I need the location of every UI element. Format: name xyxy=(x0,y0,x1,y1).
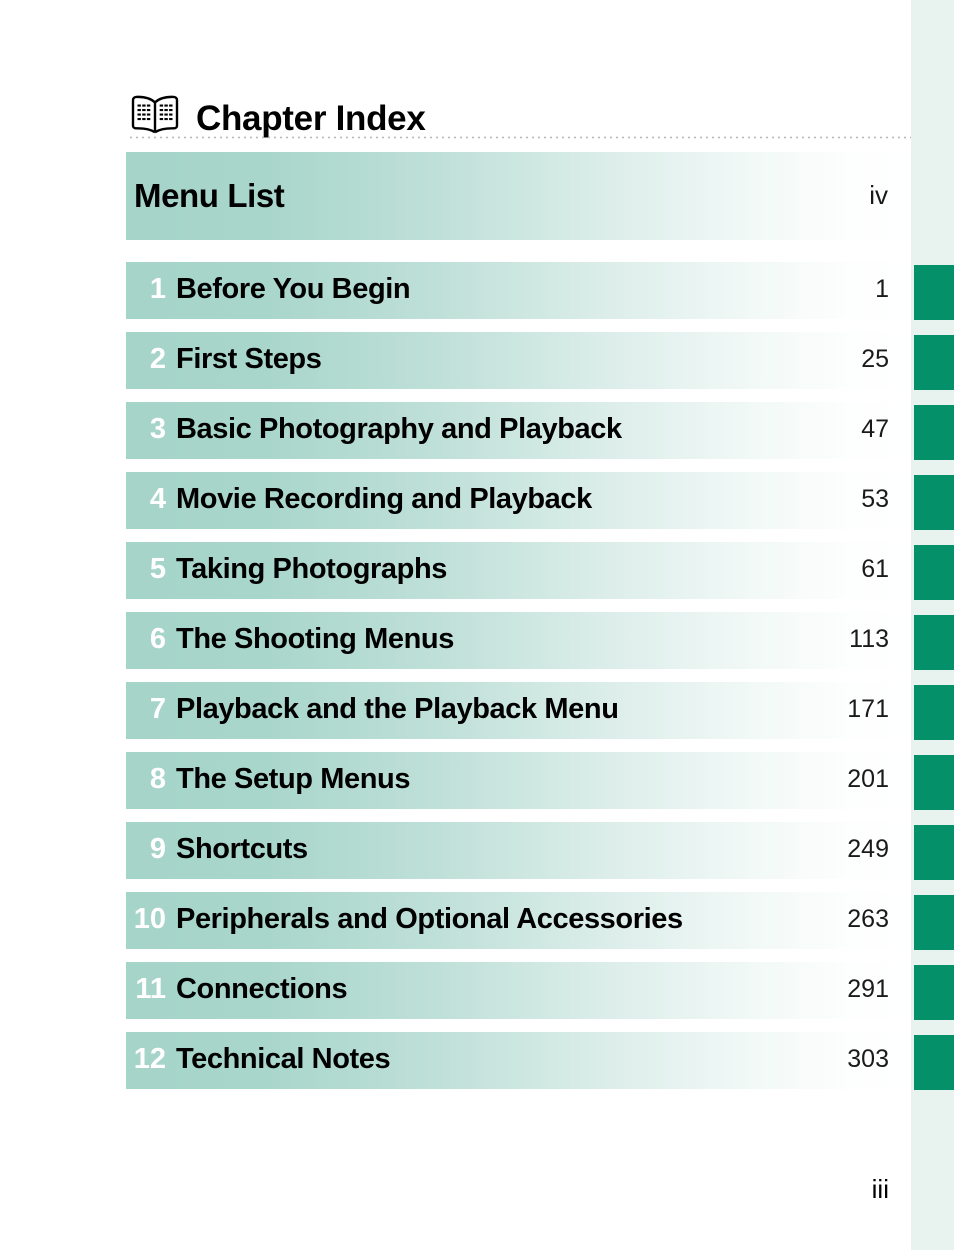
chapter-tab-1[interactable] xyxy=(914,265,954,320)
chapter-tab-5[interactable] xyxy=(914,545,954,600)
chapter-tab-4[interactable] xyxy=(914,475,954,530)
chapter-tab-3[interactable] xyxy=(914,405,954,460)
chapter-number: 9 xyxy=(149,832,166,865)
chapter-tab-6[interactable] xyxy=(914,615,954,670)
index-row-menu-list[interactable]: Menu List iv xyxy=(126,152,912,240)
page-number: 263 xyxy=(847,905,889,933)
chapter-number: 10 xyxy=(133,902,166,935)
index-row-chapter-12[interactable]: 12 Technical Notes 303 xyxy=(126,1032,912,1089)
chapter-tab-8[interactable] xyxy=(914,755,954,810)
index-row-chapter-6[interactable]: 6 The Shooting Menus 113 xyxy=(126,612,912,669)
page-number: 113 xyxy=(849,625,889,653)
chapter-tab-11[interactable] xyxy=(914,965,954,1020)
chapter-number: 3 xyxy=(149,412,166,445)
page-number: 249 xyxy=(847,835,889,863)
chapter-tab-9[interactable] xyxy=(914,825,954,880)
chapter-tab-2[interactable] xyxy=(914,335,954,390)
chapter-tab-12[interactable] xyxy=(914,1035,954,1090)
page-number: 61 xyxy=(861,555,889,583)
page-title: Chapter Index xyxy=(196,99,426,138)
chapter-title: Taking Photographs xyxy=(176,552,447,585)
chapter-tab-10[interactable] xyxy=(914,895,954,950)
chapter-title: Playback and the Playback Menu xyxy=(176,692,619,725)
index-row-chapter-8[interactable]: 8 The Setup Menus 201 xyxy=(126,752,912,809)
chapter-number: 6 xyxy=(149,622,166,655)
menu-list-label: Menu List xyxy=(134,176,285,214)
chapter-title: Technical Notes xyxy=(176,1042,391,1075)
page-number: 1 xyxy=(875,275,889,303)
chapter-number: 5 xyxy=(149,552,166,585)
chapter-number: 11 xyxy=(135,972,166,1005)
document-page: Chapter Index Menu List iv 1 Before You Beg… xyxy=(0,0,912,1250)
chapter-index-list: Menu List iv 1 Before You Begin 1 2 First Step… xyxy=(126,152,912,1089)
chapter-title: The Shooting Menus xyxy=(176,622,454,655)
chapter-title: Shortcuts xyxy=(176,832,308,865)
chapter-tab-strip xyxy=(911,0,954,1250)
chapter-number: 2 xyxy=(149,342,166,375)
page-number: 171 xyxy=(847,695,889,723)
page-folio: iii xyxy=(871,1174,889,1204)
index-row-chapter-1[interactable]: 1 Before You Begin 1 xyxy=(126,262,912,319)
index-row-chapter-3[interactable]: 3 Basic Photography and Playback 47 xyxy=(126,402,912,459)
index-row-chapter-11[interactable]: 11 Connections 291 xyxy=(126,962,912,1019)
chapter-title: Movie Recording and Playback xyxy=(176,482,592,515)
page-number: 291 xyxy=(847,975,889,1003)
page-number: iv xyxy=(869,180,888,210)
page-number: 47 xyxy=(861,415,889,443)
chapter-title: Basic Photography and Playback xyxy=(176,412,622,445)
chapter-tab-7[interactable] xyxy=(914,685,954,740)
page-number: 25 xyxy=(861,345,889,373)
open-book-icon xyxy=(128,94,182,134)
chapter-number: 4 xyxy=(149,482,166,515)
page-number: 303 xyxy=(847,1045,889,1073)
chapter-number: 8 xyxy=(149,762,166,795)
page-header: Chapter Index xyxy=(128,86,912,136)
index-row-chapter-10[interactable]: 10 Peripherals and Optional Accessories 26… xyxy=(126,892,912,949)
index-row-chapter-9[interactable]: 9 Shortcuts 249 xyxy=(126,822,912,879)
chapter-title: Peripherals and Optional Accessories xyxy=(176,902,683,935)
header-divider xyxy=(128,136,912,139)
page-number: 53 xyxy=(861,485,889,513)
chapter-number: 12 xyxy=(133,1042,166,1075)
page-number: 201 xyxy=(847,765,889,793)
index-row-chapter-7[interactable]: 7 Playback and the Playback Menu 171 xyxy=(126,682,912,739)
chapter-title: Connections xyxy=(176,972,348,1005)
chapter-number: 1 xyxy=(149,272,166,305)
chapter-title: The Setup Menus xyxy=(176,762,411,795)
chapter-title: First Steps xyxy=(176,342,322,375)
index-row-chapter-4[interactable]: 4 Movie Recording and Playback 53 xyxy=(126,472,912,529)
index-row-chapter-5[interactable]: 5 Taking Photographs 61 xyxy=(126,542,912,599)
index-row-chapter-2[interactable]: 2 First Steps 25 xyxy=(126,332,912,389)
chapter-title: Before You Begin xyxy=(176,272,411,305)
chapter-number: 7 xyxy=(149,692,166,725)
